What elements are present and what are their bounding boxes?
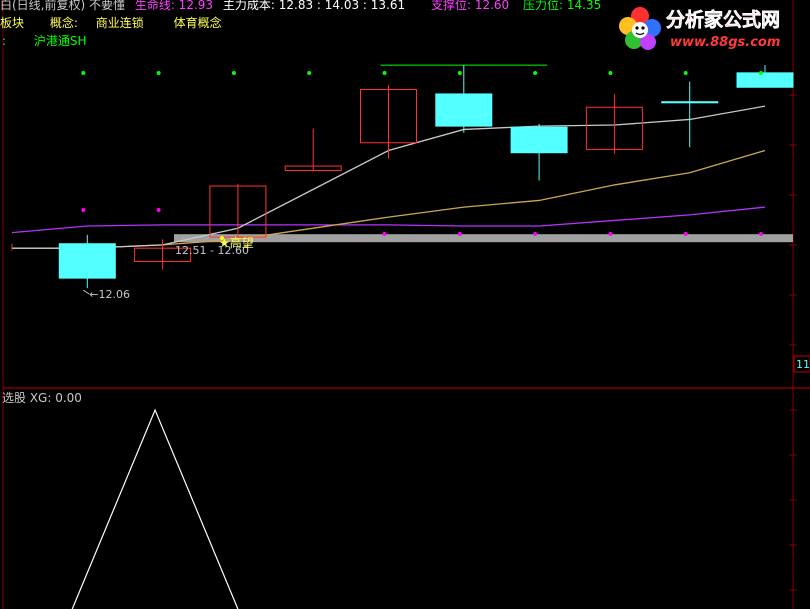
logo: 分析家公式网 www.88gs.com bbox=[606, 0, 810, 56]
green-dot bbox=[382, 71, 387, 75]
candle-body bbox=[435, 93, 493, 127]
purple-line bbox=[11, 206, 766, 234]
cost-label: 主力成本: 12.83 : 14.03 : 13.61 bbox=[222, 0, 406, 12]
concept-label: 概念: bbox=[49, 16, 78, 30]
green-dot bbox=[81, 71, 86, 75]
connect-label: 沪港通SH bbox=[33, 34, 87, 48]
magenta-dot bbox=[81, 208, 86, 212]
xg-line bbox=[71, 408, 239, 609]
green-dot bbox=[156, 71, 161, 75]
sector-label: 板块 bbox=[0, 16, 25, 30]
concept-item-2[interactable]: 体育概念 bbox=[174, 16, 222, 30]
concept-item-1[interactable]: 商业连锁 bbox=[96, 16, 144, 30]
green-dot bbox=[307, 71, 312, 75]
magenta-dot bbox=[533, 232, 538, 236]
low-price-label: ←12.06 bbox=[89, 288, 130, 301]
logo-url: www.88gs.com bbox=[670, 35, 780, 50]
green-dot bbox=[533, 71, 538, 75]
magenta-dot bbox=[457, 232, 462, 236]
green-dot bbox=[759, 71, 763, 75]
candle-body bbox=[736, 72, 794, 88]
green-dot bbox=[231, 71, 236, 75]
magenta-dot bbox=[156, 208, 161, 212]
candle bbox=[58, 234, 116, 289]
lifeline-label: 生命线: 12.93 bbox=[134, 0, 214, 12]
signal-label: ★高望 bbox=[219, 235, 254, 250]
right-axis-label: 11 bbox=[796, 358, 810, 371]
info-line: 板块 概念: 商业连锁 体育概念 bbox=[0, 16, 222, 30]
magenta-dot bbox=[608, 232, 613, 236]
candle bbox=[360, 85, 417, 159]
candle-body bbox=[510, 126, 568, 154]
sub-panel-title: 选股 XG: 0.00 bbox=[2, 391, 82, 405]
green-dot bbox=[683, 71, 688, 75]
flower-logo-icon: 分析家公式网 www.88gs.com bbox=[619, 7, 780, 50]
candle bbox=[510, 123, 568, 181]
pressure-label: 压力位: 14.35 bbox=[523, 0, 602, 12]
chart-title: 白(日线,前复权) 不要懂 bbox=[0, 0, 125, 12]
support-label: 支撑位: 12.60 bbox=[430, 0, 510, 12]
connect-marker: : bbox=[2, 34, 7, 48]
candle bbox=[435, 65, 493, 133]
green-dot bbox=[457, 71, 462, 75]
header-bar: 白(日线,前复权) 不要懂 生命线: 12.93 主力成本: 12.83 : 1… bbox=[0, 0, 601, 12]
green-dot bbox=[608, 71, 613, 75]
connect-line: : 沪港通SH bbox=[2, 34, 87, 48]
logo-title: 分析家公式网 bbox=[666, 8, 780, 31]
candle bbox=[661, 81, 719, 148]
magenta-dot bbox=[759, 232, 763, 236]
magenta-dot bbox=[683, 232, 688, 236]
candle bbox=[736, 65, 794, 88]
candle bbox=[284, 128, 342, 171]
candle-body bbox=[58, 243, 116, 279]
candle-body bbox=[661, 101, 719, 104]
cost-line bbox=[12, 149, 766, 249]
candle bbox=[209, 183, 267, 239]
magenta-dot bbox=[382, 232, 387, 236]
kline-chart[interactable]: 11←12.0612.51 - 12.60★高望选股 XG: 0.00 bbox=[0, 0, 810, 609]
